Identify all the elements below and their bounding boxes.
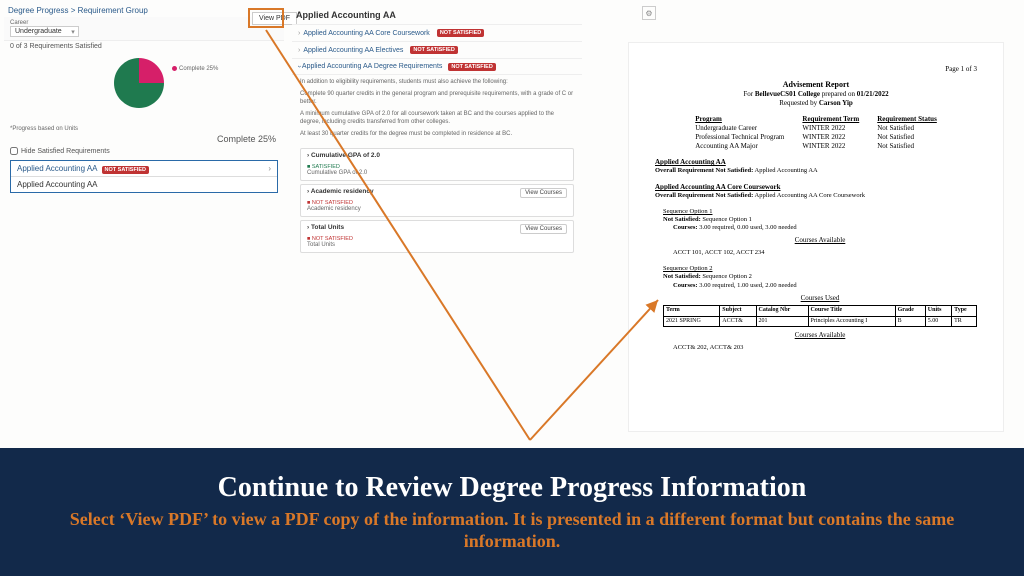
table-row: 2021 SPRINGACCT&201Principles Accounting…	[664, 316, 977, 327]
card-header[interactable]: › Cumulative GPA of 2.0	[301, 149, 573, 162]
accordion-body: In addition to eligibility requirements,…	[292, 75, 582, 145]
progress-pie-chart: Complete 25%	[4, 52, 284, 124]
footer-subheading: Select ‘View PDF’ to view a PDF copy of …	[40, 508, 984, 553]
status-badge: NOT SATISFIED	[437, 29, 484, 37]
instruction-footer: Continue to Review Degree Progress Infor…	[0, 448, 1024, 576]
requirement-card: › Academic residency View Courses ■ NOT …	[300, 184, 574, 217]
complete-percent: Complete 25%	[4, 134, 284, 144]
status-badge: NOT SATISFIED	[448, 63, 495, 71]
view-courses-button[interactable]: View Courses	[520, 188, 567, 198]
pie-chart-icon	[114, 58, 164, 108]
chevron-right-icon: ›	[298, 30, 300, 37]
list-item[interactable]: Applied Accounting AA	[11, 177, 277, 192]
requirements-summary: 0 of 3 Requirements Satisfied	[4, 41, 284, 52]
chevron-right-icon: ›	[307, 152, 309, 159]
accordion-row[interactable]: › Applied Accounting AA Electives NOT SA…	[292, 42, 582, 59]
hide-satisfied-toggle[interactable]: Hide Satisfied Requirements	[4, 144, 284, 158]
chevron-right-icon: ›	[268, 164, 271, 173]
hide-satisfied-checkbox[interactable]	[10, 147, 18, 155]
breadcrumb: Degree Progress > Requirement Group	[4, 4, 284, 17]
program-summary: ProgramUndergraduate CareerProfessional …	[655, 115, 977, 150]
accordion-row-open[interactable]: › Applied Accounting AA Degree Requireme…	[292, 59, 582, 75]
settings-button[interactable]: ⚙	[642, 6, 656, 20]
legend-swatch-icon	[172, 66, 177, 71]
requirement-card: › Total Units View Courses ■ NOT SATISFI…	[300, 220, 574, 253]
status-badge: NOT SATISFIED	[410, 46, 457, 54]
page-indicator: Page 1 of 3	[655, 65, 977, 74]
page-title: Applied Accounting AA	[292, 4, 582, 25]
view-pdf-button[interactable]: View PDF	[252, 12, 297, 25]
footer-heading: Continue to Review Degree Progress Infor…	[218, 472, 807, 504]
list-item[interactable]: Applied Accounting AANOT SATISFIED ›	[11, 161, 277, 177]
gear-icon: ⚙	[645, 9, 652, 18]
degree-progress-panel: Degree Progress > Requirement Group Care…	[4, 4, 284, 195]
chevron-down-icon: ▾	[71, 28, 75, 36]
status-badge: NOT SATISFIED	[102, 166, 149, 174]
chevron-right-icon: ›	[307, 224, 309, 231]
breadcrumb-root[interactable]: Degree Progress	[8, 6, 68, 15]
pdf-preview: Page 1 of 3 Advisement Report For Bellev…	[628, 42, 1004, 432]
progress-footnote: *Progress based on Units	[4, 124, 284, 134]
career-row: Career Undergraduate ▾	[4, 17, 284, 41]
chevron-right-icon: ›	[298, 47, 300, 54]
report-section: Applied Accounting AA Core Coursework Ov…	[655, 183, 977, 200]
tutorial-canvas: Degree Progress > Requirement Group Care…	[0, 0, 1024, 448]
courses-used-table: TermSubjectCatalog NbrCourse TitleGradeU…	[663, 305, 977, 327]
card-header[interactable]: › Academic residency View Courses	[301, 185, 573, 198]
report-subtitle: Requested by Carson Yip	[655, 99, 977, 108]
card-header[interactable]: › Total Units View Courses	[301, 221, 573, 234]
requirement-group-list: Applied Accounting AANOT SATISFIED › App…	[10, 160, 278, 193]
requirement-card: › Cumulative GPA of 2.0 ■ SATISFIEDCumul…	[300, 148, 574, 181]
accordion-row[interactable]: › Applied Accounting AA Core Coursework …	[292, 25, 582, 42]
chevron-right-icon: ›	[307, 188, 309, 195]
report-section: Sequence Option 1 Not Satisfied: Sequenc…	[663, 208, 977, 257]
breadcrumb-current: Requirement Group	[78, 6, 148, 15]
pie-legend: Complete 25%	[172, 66, 218, 72]
chevron-down-icon: ›	[296, 65, 303, 67]
career-select[interactable]: Undergraduate ▾	[10, 26, 79, 37]
requirement-detail-panel: Applied Accounting AA › Applied Accounti…	[292, 4, 582, 256]
report-section: Sequence Option 2 Not Satisfied: Sequenc…	[663, 265, 977, 352]
report-subtitle: For BellevueCS01 College prepared on 01/…	[655, 90, 977, 99]
report-section: Applied Accounting AA Overall Requiremen…	[655, 158, 977, 175]
view-courses-button[interactable]: View Courses	[520, 224, 567, 234]
report-title: Advisement Report	[655, 80, 977, 90]
